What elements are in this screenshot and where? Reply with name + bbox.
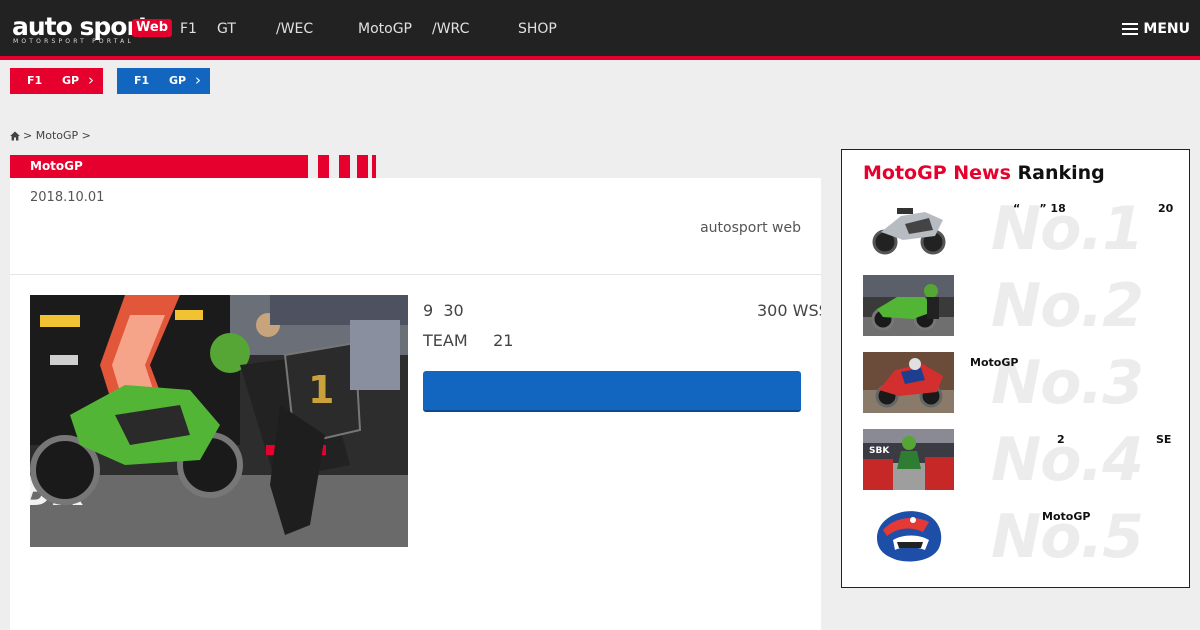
ranking-thumbnail: SBK <box>863 429 954 490</box>
article-card: 2018.10.01 autosport web SBK 1 <box>10 178 821 630</box>
article-lead-text: 9 30 <box>423 301 464 320</box>
header-accent-line <box>0 56 1200 60</box>
ranking-headline: MotoGP <box>970 356 1019 369</box>
ranking-title-category: MotoGP News <box>863 162 1011 184</box>
menu-button[interactable]: MENU <box>1122 20 1190 38</box>
gp-button-label-2: GP <box>62 74 80 87</box>
ranking-thumbnail <box>863 506 954 567</box>
site-header: auto sport Web MOTORSPORT PORTAL F1 GT /… <box>0 0 1200 56</box>
ranking-headline: “ ” 18 <box>1013 202 1066 215</box>
ranking-thumbnail <box>863 352 954 413</box>
ranking-item[interactable]: No.2 <box>863 275 1189 337</box>
menu-label: MENU <box>1143 21 1190 37</box>
nav-motogp[interactable]: MotoGP <box>358 20 412 38</box>
category-stripe <box>357 155 368 178</box>
breadcrumb-separator: > <box>23 129 33 142</box>
ranking-headline: 2 <box>1057 433 1065 446</box>
svg-text:1: 1 <box>308 368 334 412</box>
breadcrumb-separator: > <box>81 129 91 142</box>
chevron-right-icon: › <box>88 71 94 89</box>
ranking-title: MotoGP News Ranking <box>863 162 1105 184</box>
breadcrumb: > MotoGP > <box>10 129 91 142</box>
rank-number: No.4 <box>991 425 1144 495</box>
f1-gp-button-red[interactable]: F1 GP › <box>10 68 103 94</box>
svg-text:SBK: SBK <box>869 446 890 456</box>
nav-f1[interactable]: F1 <box>180 20 197 38</box>
category-label: MotoGP <box>10 155 308 178</box>
nav-wec[interactable]: /WEC <box>276 20 313 38</box>
category-stripe <box>339 155 350 178</box>
category-stripe <box>372 155 376 178</box>
ranking-item[interactable]: No.5 MotoGP <box>863 506 1189 568</box>
breadcrumb-motogp[interactable]: MotoGP <box>36 129 78 142</box>
ranking-item[interactable]: No.3 MotoGP <box>863 352 1189 414</box>
gp-button-label-1: F1 <box>27 74 43 87</box>
gp-button-label-1: F1 <box>134 74 150 87</box>
article-lead-text: TEAM 21 <box>423 331 514 350</box>
ranking-headline: MotoGP <box>1042 510 1091 523</box>
read-more-button[interactable] <box>423 371 801 412</box>
ranking-headline: 20 <box>1158 202 1174 215</box>
nav-gt[interactable]: GT <box>217 20 236 38</box>
hamburger-icon <box>1122 23 1139 35</box>
article-date: 2018.10.01 <box>30 190 105 205</box>
ranking-title-label: Ranking <box>1017 162 1105 184</box>
rank-number: No.2 <box>991 271 1144 341</box>
article-lead-text: 300 WSS <box>757 301 821 320</box>
nav-shop[interactable]: SHOP <box>518 20 557 38</box>
f1-gp-button-blue[interactable]: F1 GP › <box>117 68 210 94</box>
ranking-thumbnail <box>863 275 954 336</box>
nav-wrc[interactable]: /WRC <box>432 20 469 38</box>
article-photo: SBK 1 <box>30 295 408 547</box>
gp-button-label-2: GP <box>169 74 187 87</box>
ranking-thumbnail <box>863 198 954 259</box>
news-ranking-panel: MotoGP News Ranking No.1 “ ” 18 20 No.2 … <box>841 149 1190 588</box>
ranking-item[interactable]: SBK No.4 2 SE <box>863 429 1189 491</box>
ranking-headline: SE <box>1156 433 1172 446</box>
logo-subtitle: MOTORSPORT PORTAL <box>13 38 135 45</box>
home-icon[interactable] <box>10 131 20 141</box>
article-author: autosport web <box>700 220 801 236</box>
ranking-item[interactable]: No.1 “ ” 18 20 <box>863 198 1189 260</box>
article-divider <box>10 274 821 275</box>
category-stripe <box>318 155 329 178</box>
logo-badge: Web <box>132 19 172 37</box>
chevron-right-icon: › <box>195 71 201 89</box>
